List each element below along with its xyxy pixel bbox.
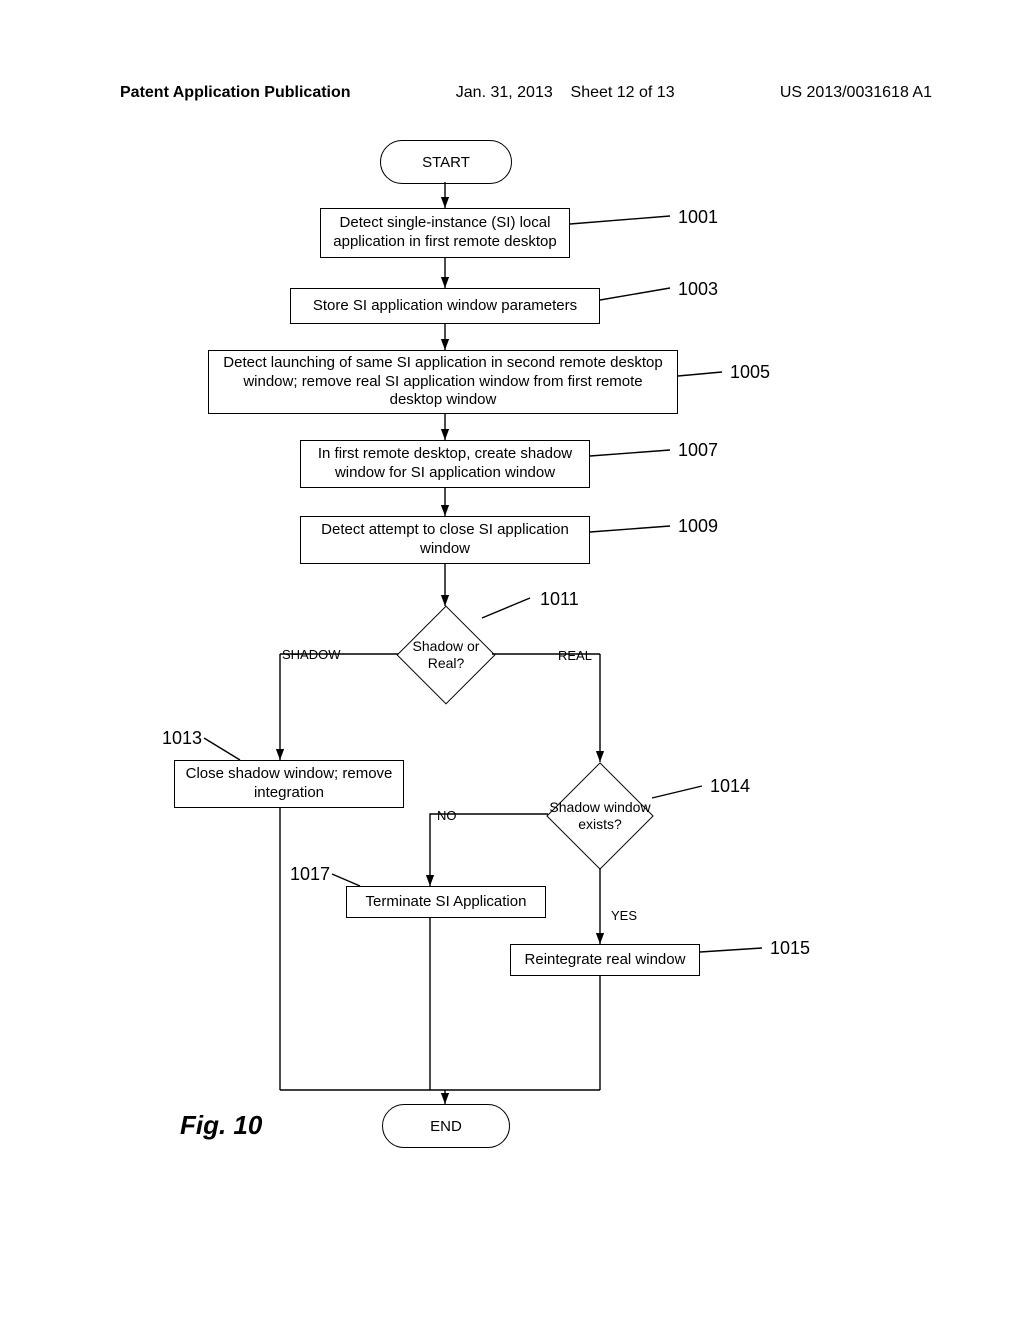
ref-1005: 1005 [730, 362, 770, 383]
edge-yes: YES [611, 908, 637, 923]
header-code: US 2013/0031618 A1 [780, 84, 932, 102]
ref-1009: 1009 [678, 516, 718, 537]
page-header: Patent Application Publication Jan. 31, … [0, 84, 1024, 102]
process-1007: In first remote desktop, create shadow w… [300, 440, 590, 488]
process-1003: Store SI application window parameters [290, 288, 600, 324]
header-sheet: Sheet 12 of 13 [571, 84, 675, 101]
process-1017: Terminate SI Application [346, 886, 546, 918]
process-1001: Detect single-instance (SI) local applic… [320, 208, 570, 258]
header-date-text: Jan. 31, 2013 [456, 84, 553, 101]
edge-shadow: SHADOW [282, 647, 341, 662]
edge-no: NO [437, 808, 457, 823]
decision-1014: Shadow window exists? [546, 762, 653, 869]
ref-1011: 1011 [540, 589, 579, 610]
ref-1007: 1007 [678, 440, 718, 461]
decision-1011: Shadow or Real? [397, 606, 496, 705]
process-1005: Detect launching of same SI application … [208, 350, 678, 414]
decision-1011-label: Shadow or Real? [398, 638, 493, 672]
figure-caption: Fig. 10 [180, 1110, 262, 1141]
process-1015: Reintegrate real window [510, 944, 700, 976]
edge-real: REAL [558, 648, 592, 663]
decision-1014-label: Shadow window exists? [548, 799, 652, 833]
ref-1017: 1017 [290, 864, 330, 885]
terminator-end: END [382, 1104, 510, 1148]
process-1013: Close shadow window; remove integration [174, 760, 404, 808]
header-publication: Patent Application Publication [120, 84, 351, 102]
ref-1015: 1015 [770, 938, 810, 959]
terminator-start: START [380, 140, 512, 184]
flowchart-connectors [0, 0, 1024, 1320]
ref-1013: 1013 [162, 728, 202, 749]
ref-1001: 1001 [678, 207, 718, 228]
ref-1014: 1014 [710, 776, 750, 797]
header-date: Jan. 31, 2013 Sheet 12 of 13 [456, 84, 675, 102]
process-1009: Detect attempt to close SI application w… [300, 516, 590, 564]
ref-1003: 1003 [678, 279, 718, 300]
